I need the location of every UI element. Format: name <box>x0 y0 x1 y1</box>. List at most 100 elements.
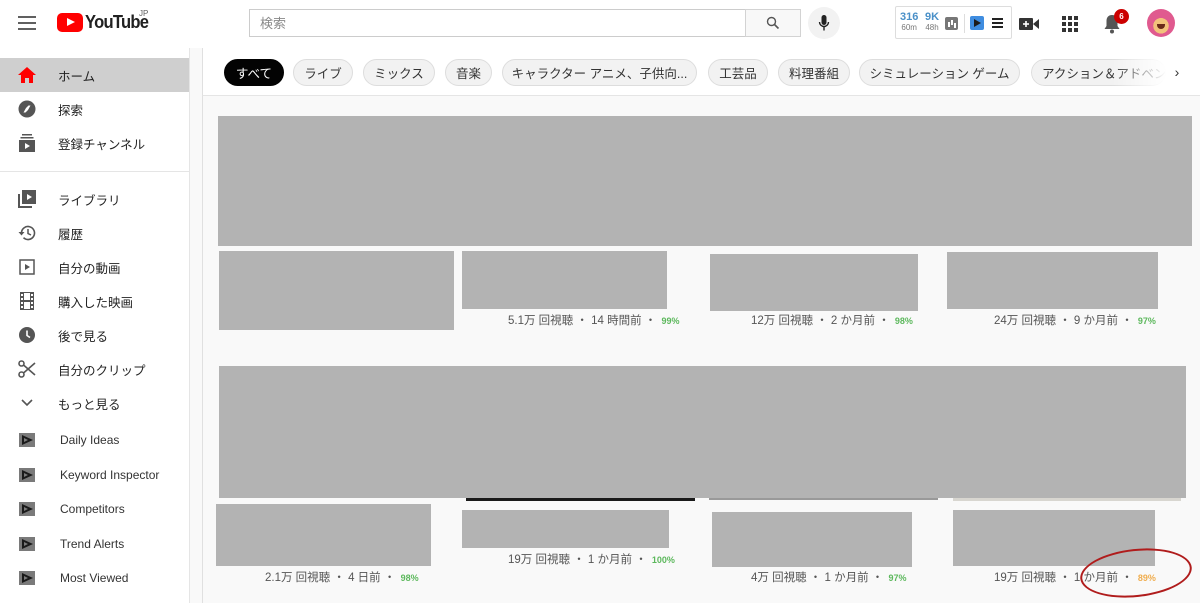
upload-age: 1 か月前 <box>587 554 632 566</box>
sidebar-item-purchases[interactable]: 購入した映画 <box>0 284 189 318</box>
create-video-button[interactable] <box>1017 12 1041 36</box>
thumbnail-edge <box>466 498 695 501</box>
upload-age: 4 日前 <box>348 572 381 584</box>
sidebar-item-competitors[interactable]: Competitors <box>0 492 189 526</box>
history-icon <box>17 223 37 243</box>
sidebar-item-trend-alerts[interactable]: Trend Alerts <box>0 527 189 561</box>
video-meta: 2.1万 回視聴 ・ 4 日前 ・ 98% <box>265 572 419 584</box>
chevron-down-icon <box>17 393 37 413</box>
upload-age: 1 か月前 <box>1073 572 1118 584</box>
video-meta: 24万 回視聴 ・ 9 か月前 ・ 97% <box>994 315 1156 327</box>
extension-stat-60m[interactable]: 316 60m <box>900 11 918 33</box>
score-badge: 97% <box>888 573 907 583</box>
divider <box>0 171 189 172</box>
sidebar-item-daily-ideas[interactable]: Daily Ideas <box>0 423 189 457</box>
sidebar-item-most-viewed[interactable]: Most Viewed <box>0 561 189 595</box>
video-meta: 12万 回視聴 ・ 2 か月前 ・ 98% <box>751 315 913 327</box>
upload-age: 1 か月前 <box>824 572 869 584</box>
sidebar-item-library[interactable]: ライブラリ <box>0 182 189 216</box>
score-badge: 89% <box>1137 573 1156 583</box>
view-count: 5.1万 回視聴 <box>508 315 574 327</box>
extension-play-icon <box>17 430 37 450</box>
subscriptions-icon <box>17 133 37 153</box>
view-count: 4万 回視聴 <box>751 572 807 584</box>
video-card-thumbnail[interactable] <box>462 251 667 309</box>
score-badge: 97% <box>1137 316 1156 326</box>
search-input[interactable] <box>250 10 745 36</box>
sidebar-item-clips[interactable]: 自分のクリップ <box>0 352 189 386</box>
sidebar: ホーム 探索 登録チャンネル ライブラリ 履歴 自分の動画 購入した映画 後で見… <box>0 48 190 603</box>
sidebar-item-home[interactable]: ホーム <box>0 58 189 92</box>
divider <box>964 14 965 33</box>
library-icon <box>17 189 37 209</box>
notification-badge: 6 <box>1114 9 1129 24</box>
home-icon <box>17 65 37 85</box>
search-box <box>249 9 746 37</box>
voice-search-button[interactable] <box>808 7 840 39</box>
film-icon <box>17 291 37 311</box>
video-add-icon <box>1019 18 1039 30</box>
extension-play-icon <box>17 568 37 588</box>
search-button[interactable] <box>745 9 801 37</box>
scissors-icon <box>17 359 37 379</box>
extension-play-icon <box>17 534 37 554</box>
chip-simulation-games[interactable]: シミュレーション ゲーム <box>859 59 1020 86</box>
video-card-thumbnail[interactable] <box>710 254 918 311</box>
extension-logo-icon[interactable] <box>970 16 984 30</box>
chip-character-anime[interactable]: キャラクター アニメ、子供向... <box>502 59 697 86</box>
score-badge: 100% <box>651 555 675 565</box>
sidebar-item-history[interactable]: 履歴 <box>0 216 189 250</box>
video-meta: 19万 回視聴 ・ 1 か月前 ・ 89% <box>994 572 1156 584</box>
chip-action-adventure[interactable]: アクション＆アドベンチャー <box>1031 59 1166 86</box>
view-count: 2.1万 回視聴 <box>265 572 331 584</box>
video-card-thumbnail[interactable] <box>947 252 1158 309</box>
hamburger-icon[interactable] <box>16 12 38 34</box>
extension-play-icon <box>17 465 37 485</box>
my-videos-icon <box>17 257 37 277</box>
sidebar-item-my-videos[interactable]: 自分の動画 <box>0 250 189 284</box>
bar-chart-icon[interactable] <box>945 17 958 30</box>
view-count: 12万 回視聴 <box>751 315 813 327</box>
chevron-right-icon[interactable]: › <box>1168 63 1186 81</box>
sidebar-item-show-more[interactable]: もっと見る <box>0 386 189 420</box>
chip-live[interactable]: ライブ <box>293 59 353 86</box>
chip-music[interactable]: 音楽 <box>445 59 492 86</box>
thumbnail-edge <box>953 498 1181 501</box>
score-badge: 98% <box>400 573 419 583</box>
apps-grid-icon <box>1062 16 1078 32</box>
chip-all[interactable]: すべて <box>224 59 284 86</box>
video-card-thumbnail[interactable] <box>219 251 454 330</box>
microphone-icon <box>818 15 830 31</box>
upload-age: 14 時間前 <box>591 315 642 327</box>
extension-play-icon <box>17 499 37 519</box>
video-meta: 19万 回視聴 ・ 1 か月前 ・ 100% <box>508 554 675 566</box>
chip-bar: すべて ライブ ミックス 音楽 キャラクター アニメ、子供向... 工芸品 料理… <box>202 48 1200 96</box>
search-icon <box>766 16 780 30</box>
sidebar-item-keyword-inspector[interactable]: Keyword Inspector <box>0 458 189 492</box>
avatar[interactable] <box>1147 9 1175 37</box>
redacted-titles-row-1 <box>218 116 1192 246</box>
video-meta: 4万 回視聴 ・ 1 か月前 ・ 97% <box>751 572 907 584</box>
video-card-thumbnail[interactable] <box>462 510 669 548</box>
region-label: JP <box>139 9 149 18</box>
upload-age: 2 か月前 <box>830 315 875 327</box>
view-count: 19万 回視聴 <box>994 572 1056 584</box>
youtube-play-icon <box>57 13 83 32</box>
sidebar-item-subscriptions[interactable]: 登録チャンネル <box>0 126 189 160</box>
video-card-thumbnail[interactable] <box>216 504 431 566</box>
chip-mix[interactable]: ミックス <box>363 59 435 86</box>
view-count: 24万 回視聴 <box>994 315 1056 327</box>
extension-menu-icon[interactable] <box>992 18 1003 30</box>
sidebar-item-explore[interactable]: 探索 <box>0 92 189 126</box>
video-card-thumbnail[interactable] <box>712 512 912 567</box>
sidebar-item-watch-later[interactable]: 後で見る <box>0 318 189 352</box>
clock-icon <box>17 325 37 345</box>
video-card-thumbnail[interactable] <box>953 510 1155 566</box>
apps-button[interactable] <box>1058 12 1082 36</box>
chip-cooking[interactable]: 料理番組 <box>778 59 850 86</box>
extension-stat-48h[interactable]: 9K 48h <box>925 11 939 33</box>
extension-widget: 316 60m 9K 48h <box>895 6 1012 39</box>
chip-crafts[interactable]: 工芸品 <box>708 59 768 86</box>
compass-icon <box>17 99 37 119</box>
video-meta: 5.1万 回視聴 ・ 14 時間前 ・ 99% <box>508 315 680 327</box>
